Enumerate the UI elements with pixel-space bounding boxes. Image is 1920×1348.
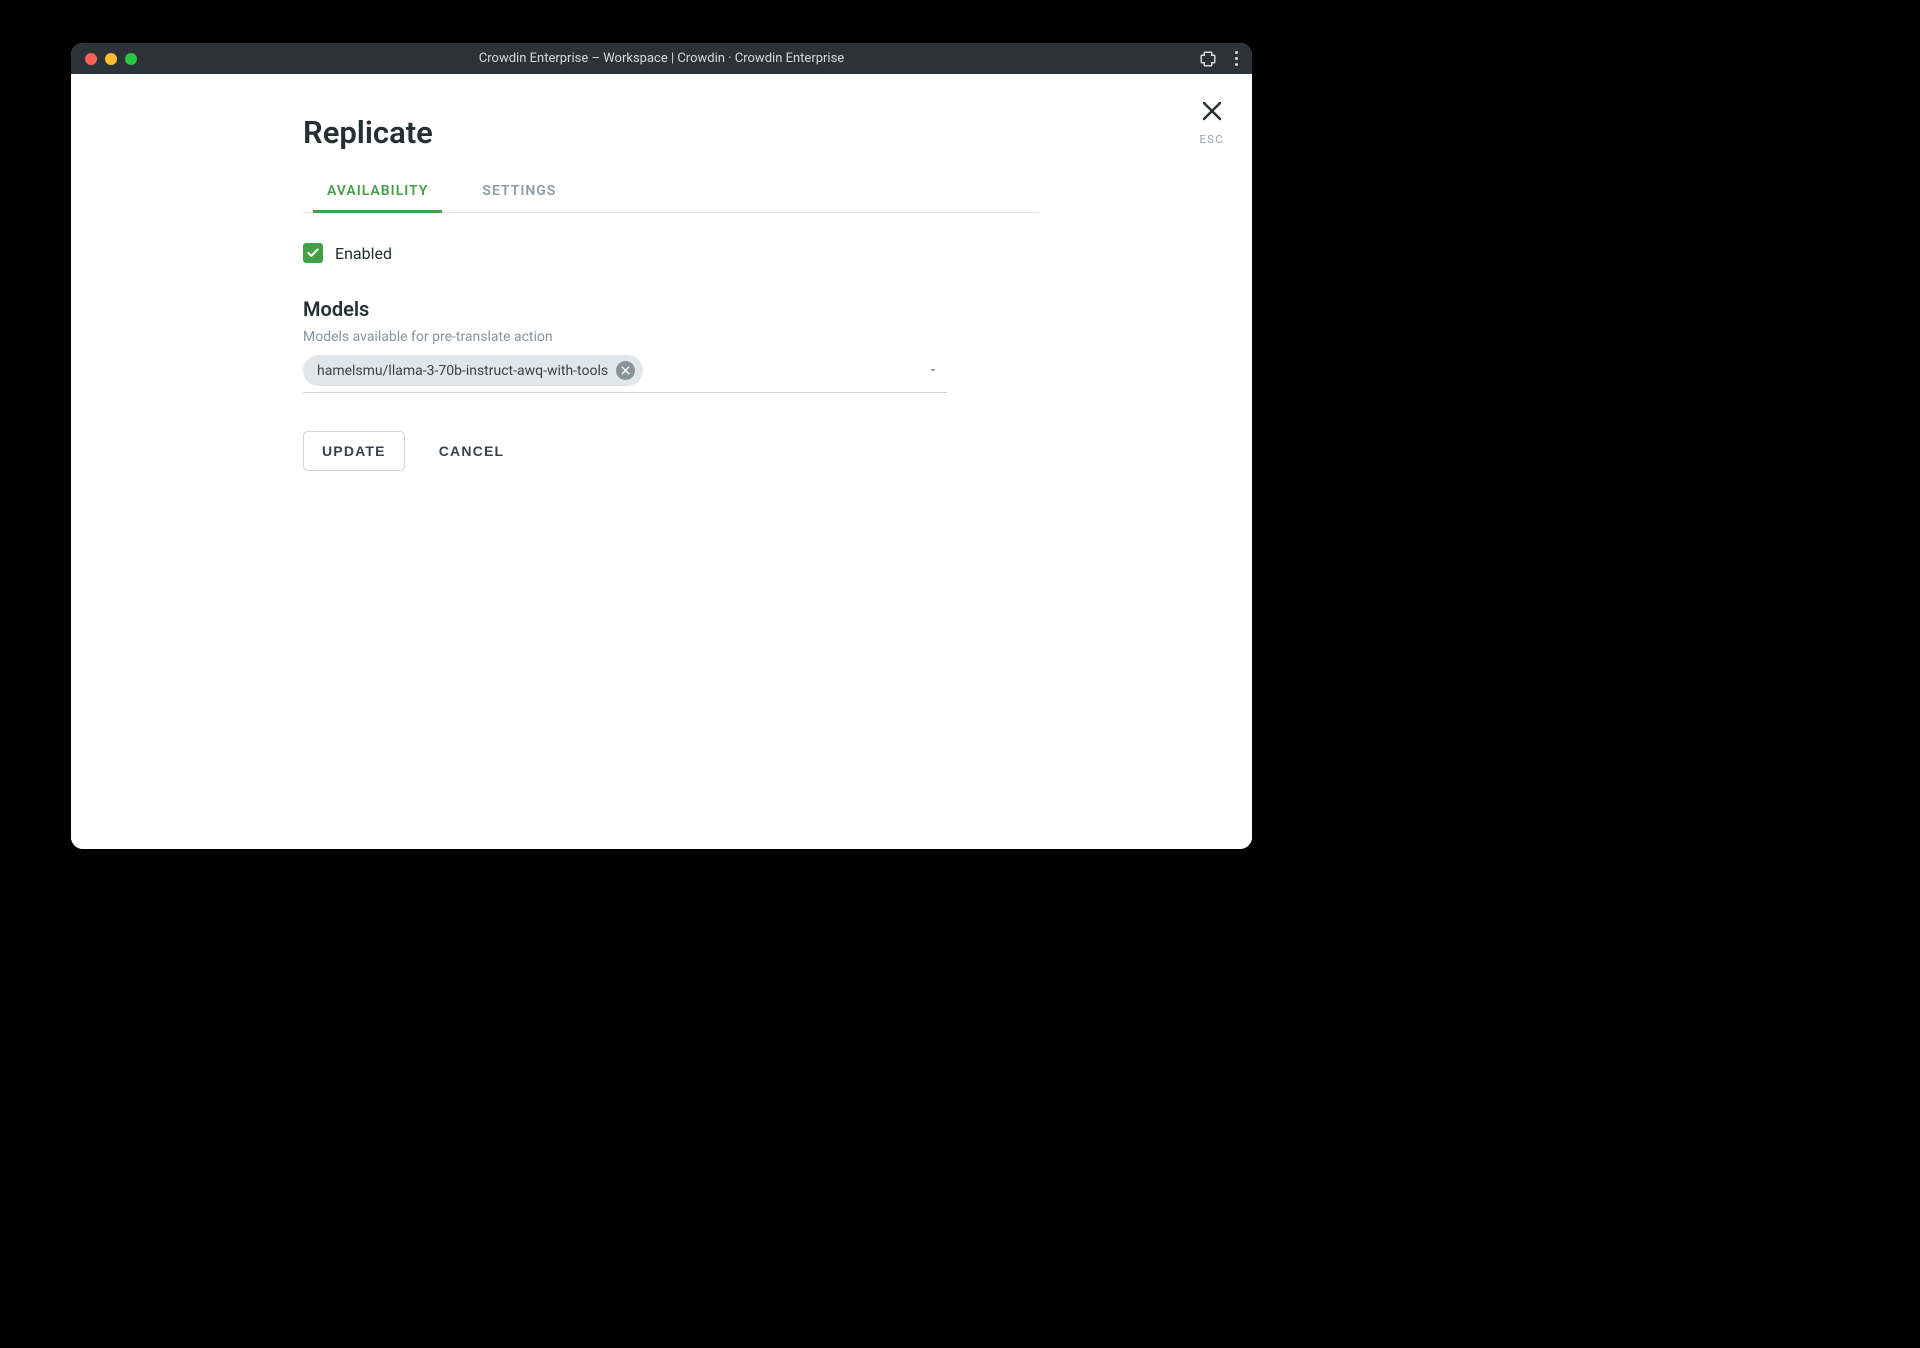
models-select[interactable]: hamelsmu/llama-3-70b-instruct-awq-with-t… [303, 353, 947, 393]
panel-title: Replicate [303, 114, 1039, 151]
app-window: Crowdin Enterprise – Workspace | Crowdin… [71, 43, 1252, 849]
titlebar-right [1199, 50, 1238, 68]
close-region: ESC [1200, 99, 1224, 146]
model-chip: hamelsmu/llama-3-70b-instruct-awq-with-t… [303, 355, 643, 386]
cancel-button[interactable]: CANCEL [421, 432, 523, 470]
close-button[interactable] [1200, 99, 1224, 129]
titlebar: Crowdin Enterprise – Workspace | Crowdin… [71, 43, 1252, 74]
availability-section: Enabled Models Models available for pre-… [303, 213, 1039, 471]
traffic-lights [85, 53, 137, 65]
models-subheading: Models available for pre-translate actio… [303, 329, 1039, 345]
more-menu-icon[interactable] [1235, 51, 1238, 66]
extensions-icon[interactable] [1199, 50, 1217, 68]
window-minimize-button[interactable] [105, 53, 117, 65]
window-title: Crowdin Enterprise – Workspace | Crowdin… [479, 51, 844, 66]
content: ESC Replicate AVAILABILITY SETTINGS Enab… [71, 74, 1252, 849]
chevron-down-icon[interactable] [927, 361, 939, 380]
panel: Replicate AVAILABILITY SETTINGS Enabled … [71, 74, 1039, 471]
tab-availability[interactable]: AVAILABILITY [321, 173, 434, 212]
model-chip-remove[interactable] [616, 361, 635, 380]
tabs: AVAILABILITY SETTINGS [303, 173, 1039, 213]
models-heading: Models [303, 297, 1039, 321]
window-zoom-button[interactable] [125, 53, 137, 65]
enabled-checkbox[interactable] [303, 243, 323, 263]
tab-settings[interactable]: SETTINGS [476, 173, 562, 212]
close-esc-label: ESC [1200, 133, 1224, 146]
window-close-button[interactable] [85, 53, 97, 65]
model-chip-label: hamelsmu/llama-3-70b-instruct-awq-with-t… [317, 363, 608, 379]
enabled-row: Enabled [303, 243, 1039, 263]
enabled-label: Enabled [335, 244, 392, 263]
update-button[interactable]: UPDATE [303, 431, 405, 471]
actions-row: UPDATE CANCEL [303, 431, 1039, 471]
